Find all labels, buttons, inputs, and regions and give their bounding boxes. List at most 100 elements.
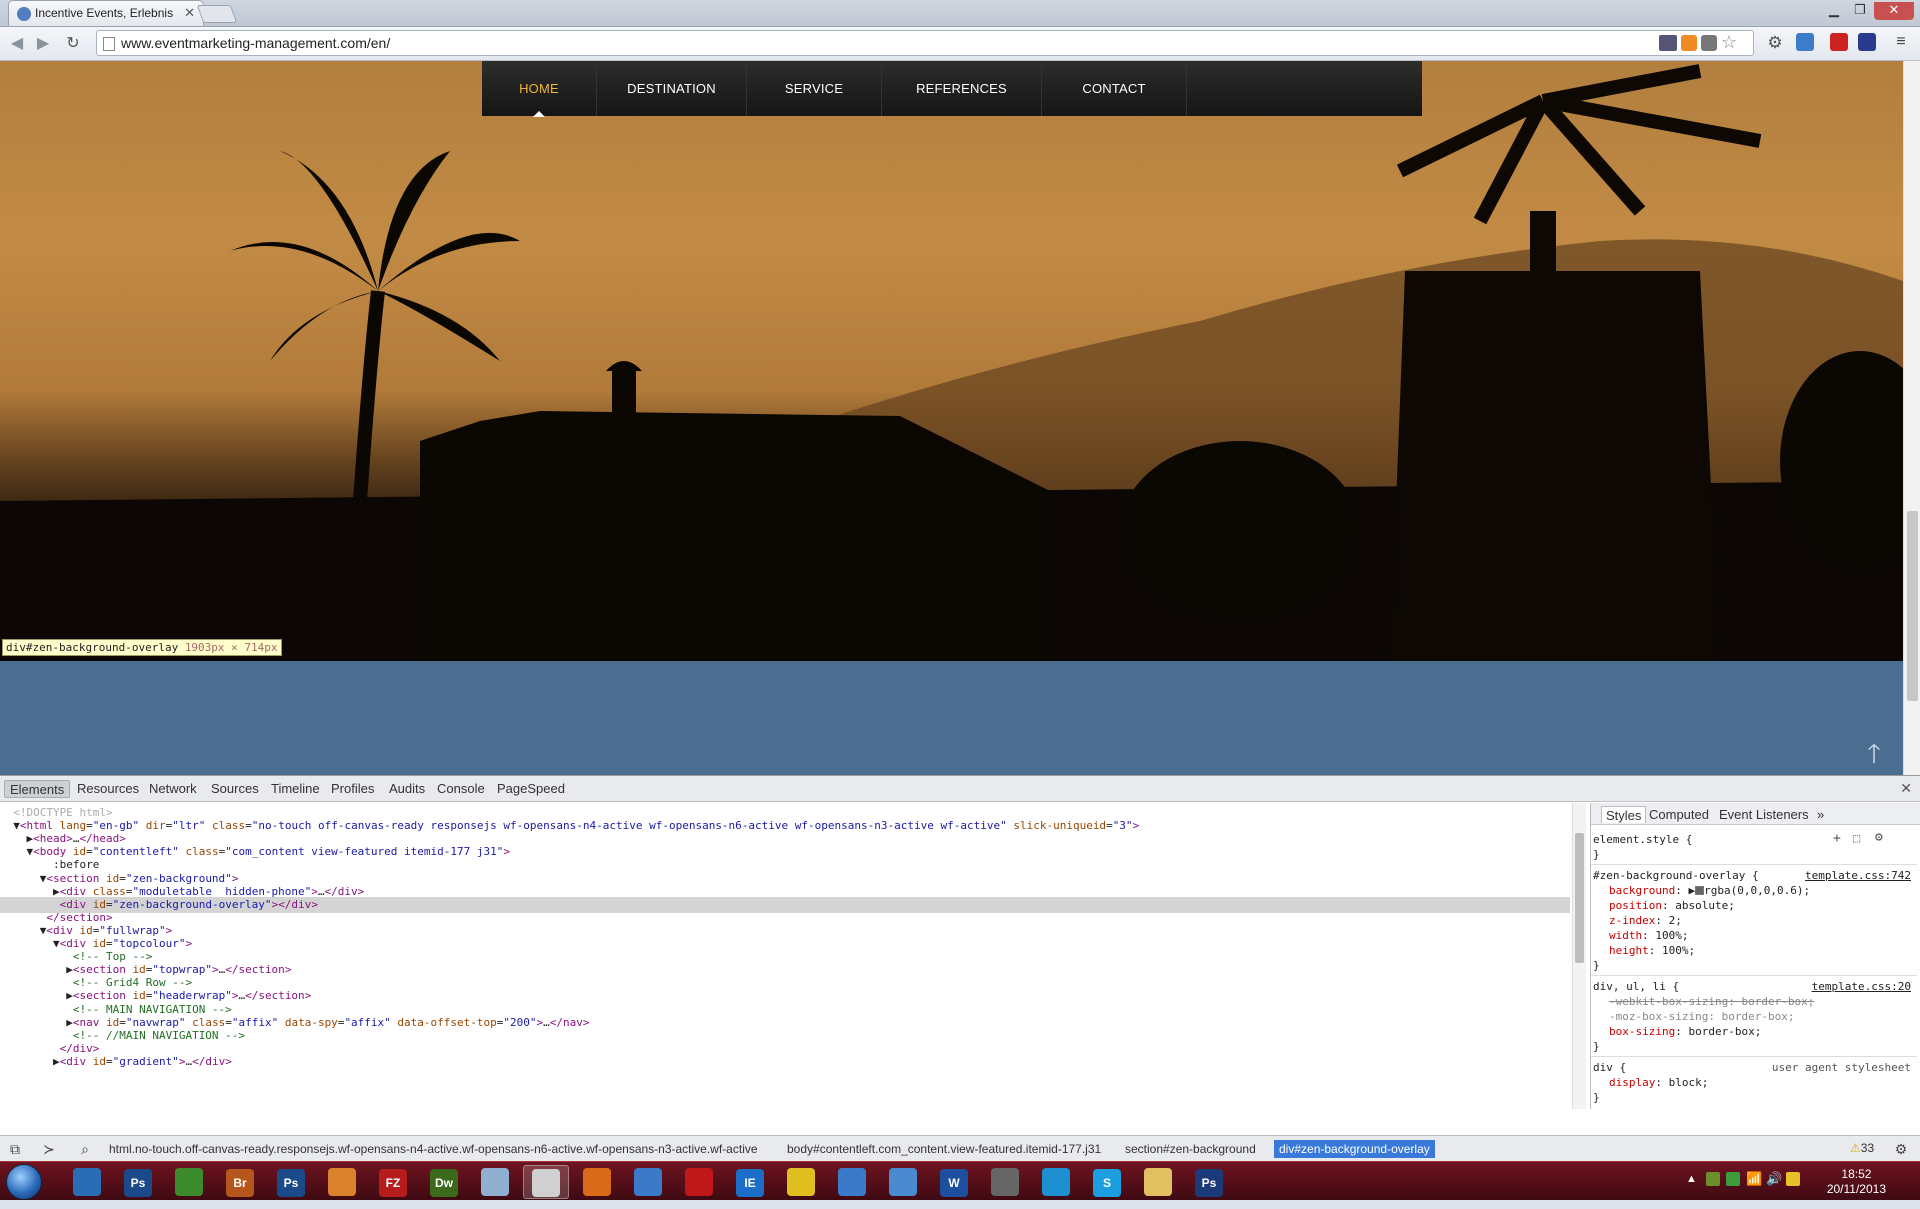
- css-property[interactable]: z-index: 2;: [1609, 913, 1920, 928]
- rule-selector[interactable]: div, ul, li {template.css:20: [1593, 979, 1919, 994]
- element-style-rule[interactable]: element.style {: [1593, 832, 1919, 847]
- tray-app-icon[interactable]: [1726, 1172, 1740, 1186]
- extension-icon[interactable]: [1858, 33, 1876, 51]
- tab-console[interactable]: Console: [432, 780, 490, 798]
- page-scrollbar[interactable]: [1903, 61, 1920, 775]
- scroll-to-top-icon[interactable]: 🡑: [1860, 740, 1888, 766]
- tray-app-icon[interactable]: [1706, 1172, 1720, 1186]
- tab-timeline[interactable]: Timeline: [266, 780, 325, 798]
- rule-selector[interactable]: #zen-background-overlay {template.css:74…: [1593, 868, 1919, 883]
- breadcrumb-body[interactable]: body#contentleft.com_content.view-featur…: [782, 1140, 1106, 1158]
- taskbar-app-chrome[interactable]: [523, 1165, 569, 1199]
- warning-counter[interactable]: ⚠33: [1850, 1141, 1874, 1155]
- menu-icon[interactable]: ≡: [1892, 33, 1910, 51]
- rule-source-link[interactable]: template.css:20: [1812, 979, 1911, 994]
- tab-sources[interactable]: Sources: [206, 780, 264, 798]
- breadcrumb-section[interactable]: section#zen-background: [1120, 1140, 1261, 1158]
- new-tab-button[interactable]: [196, 5, 238, 23]
- nav-destination[interactable]: DESTINATION: [597, 61, 747, 116]
- tab-event-listeners[interactable]: Event Listeners: [1715, 806, 1813, 823]
- dom-scrollbar-thumb[interactable]: [1575, 833, 1584, 963]
- dock-icon[interactable]: ⧉: [6, 1140, 24, 1158]
- taskbar-app-torrent[interactable]: [166, 1165, 212, 1199]
- tray-expand-icon[interactable]: ▲: [1686, 1173, 1697, 1185]
- restore-icon[interactable]: ❐: [1848, 2, 1872, 20]
- taskbar-app-br[interactable]: Br: [217, 1165, 263, 1199]
- breadcrumb-div-selected[interactable]: div#zen-background-overlay: [1274, 1140, 1435, 1158]
- more-tabs-icon[interactable]: »: [1813, 806, 1828, 823]
- add-rule-icon[interactable]: +: [1833, 831, 1841, 846]
- taskbar-app-opera[interactable]: [676, 1165, 722, 1199]
- network-icon[interactable]: 📶: [1746, 1171, 1762, 1187]
- gear-icon[interactable]: ⚙: [1766, 33, 1784, 52]
- element-state-icon[interactable]: ⬚: [1853, 831, 1860, 845]
- bookmark-star-icon[interactable]: ☆: [1721, 32, 1737, 53]
- close-devtools-icon[interactable]: ✕: [1900, 780, 1912, 797]
- nav-contact[interactable]: CONTACT: [1042, 61, 1187, 116]
- volume-icon[interactable]: 🔊: [1766, 1171, 1782, 1187]
- close-window-icon[interactable]: ✕: [1874, 2, 1914, 20]
- extension-icon[interactable]: [1830, 33, 1848, 51]
- taskbar-app-w[interactable]: W: [931, 1165, 977, 1199]
- css-property[interactable]: box-sizing: border-box;: [1609, 1024, 1920, 1039]
- tab-profiles[interactable]: Profiles: [326, 780, 379, 798]
- rss-icon[interactable]: [1681, 35, 1697, 51]
- css-property-unsupported[interactable]: -moz-box-sizing: border-box;: [1609, 1009, 1920, 1024]
- search-icon[interactable]: ⌕: [76, 1140, 94, 1158]
- styles-settings-icon[interactable]: ⚙: [1875, 830, 1883, 845]
- taskbar-app-dw[interactable]: Dw: [421, 1165, 467, 1199]
- nav-references[interactable]: REFERENCES: [882, 61, 1042, 116]
- taskbar-app-outlook[interactable]: [64, 1165, 110, 1199]
- gear-icon[interactable]: ⚙: [1892, 1140, 1910, 1158]
- forward-icon[interactable]: ▶: [32, 33, 54, 55]
- translate-icon[interactable]: [1659, 35, 1677, 51]
- rule-source-link[interactable]: template.css:742: [1805, 868, 1911, 883]
- taskbar-app-ps[interactable]: Ps: [115, 1165, 161, 1199]
- start-button[interactable]: [6, 1164, 42, 1200]
- taskbar-app-fz[interactable]: FZ: [370, 1165, 416, 1199]
- tab-elements[interactable]: Elements: [4, 780, 71, 798]
- css-property[interactable]: background: ▶ rgba(0,0,0,0.6);: [1609, 883, 1920, 898]
- reload-icon[interactable]: ↻: [62, 33, 84, 55]
- tab-pagespeed[interactable]: PageSpeed: [492, 780, 570, 798]
- taskbar-app-net[interactable]: [880, 1165, 926, 1199]
- extension-icon[interactable]: [1796, 33, 1814, 51]
- taskbar-app-s[interactable]: S: [1084, 1165, 1130, 1199]
- nav-home[interactable]: HOME: [482, 61, 597, 117]
- url-text[interactable]: www.eventmarketing-management.com/en/: [121, 35, 390, 51]
- page-scrollbar-thumb[interactable]: [1907, 511, 1918, 701]
- minimize-icon[interactable]: ▁: [1822, 2, 1846, 20]
- css-property[interactable]: height: 100%;: [1609, 943, 1920, 958]
- tab-resources[interactable]: Resources: [72, 780, 144, 798]
- taskbar-app-cam[interactable]: [982, 1165, 1028, 1199]
- extension-icon[interactable]: [1701, 35, 1717, 51]
- dom-scrollbar[interactable]: [1572, 803, 1586, 1109]
- browser-tab[interactable]: Incentive Events, Erlebnis ✕: [8, 0, 204, 26]
- clock[interactable]: 18:52 20/11/2013: [1827, 1167, 1886, 1197]
- address-bar[interactable]: www.eventmarketing-management.com/en/ ☆: [96, 30, 1754, 56]
- back-icon[interactable]: ◀: [6, 33, 28, 55]
- css-property-overridden[interactable]: -webkit-box-sizing: border-box;: [1609, 994, 1920, 1009]
- taskbar-app-files[interactable]: [319, 1165, 365, 1199]
- close-tab-icon[interactable]: ✕: [184, 5, 195, 21]
- taskbar-app-firefox[interactable]: [574, 1165, 620, 1199]
- tab-audits[interactable]: Audits: [384, 780, 430, 798]
- color-swatch-icon[interactable]: [1695, 886, 1705, 895]
- taskbar-app-explorer[interactable]: [1135, 1165, 1181, 1199]
- taskbar-app-ps[interactable]: Ps: [1186, 1165, 1232, 1199]
- console-drawer-icon[interactable]: ≻: [40, 1140, 58, 1158]
- taskbar-app-safari[interactable]: [625, 1165, 671, 1199]
- taskbar-app-tool[interactable]: [778, 1165, 824, 1199]
- taskbar-app-mail[interactable]: [829, 1165, 875, 1199]
- css-property[interactable]: width: 100%;: [1609, 928, 1920, 943]
- tray-app-icon[interactable]: [1786, 1172, 1800, 1186]
- tab-computed[interactable]: Computed: [1645, 806, 1713, 823]
- css-property[interactable]: position: absolute;: [1609, 898, 1920, 913]
- dom-node[interactable]: ▶<div id="gradient">…</div>: [0, 1054, 1570, 1070]
- tab-styles[interactable]: Styles: [1601, 806, 1647, 823]
- taskbar-app-chat[interactable]: [1033, 1165, 1079, 1199]
- taskbar-app-notes[interactable]: [472, 1165, 518, 1199]
- taskbar-app-ps[interactable]: Ps: [268, 1165, 314, 1199]
- tab-network[interactable]: Network: [144, 780, 202, 798]
- breadcrumb-html[interactable]: html.no-touch.off-canvas-ready.responsej…: [104, 1140, 763, 1158]
